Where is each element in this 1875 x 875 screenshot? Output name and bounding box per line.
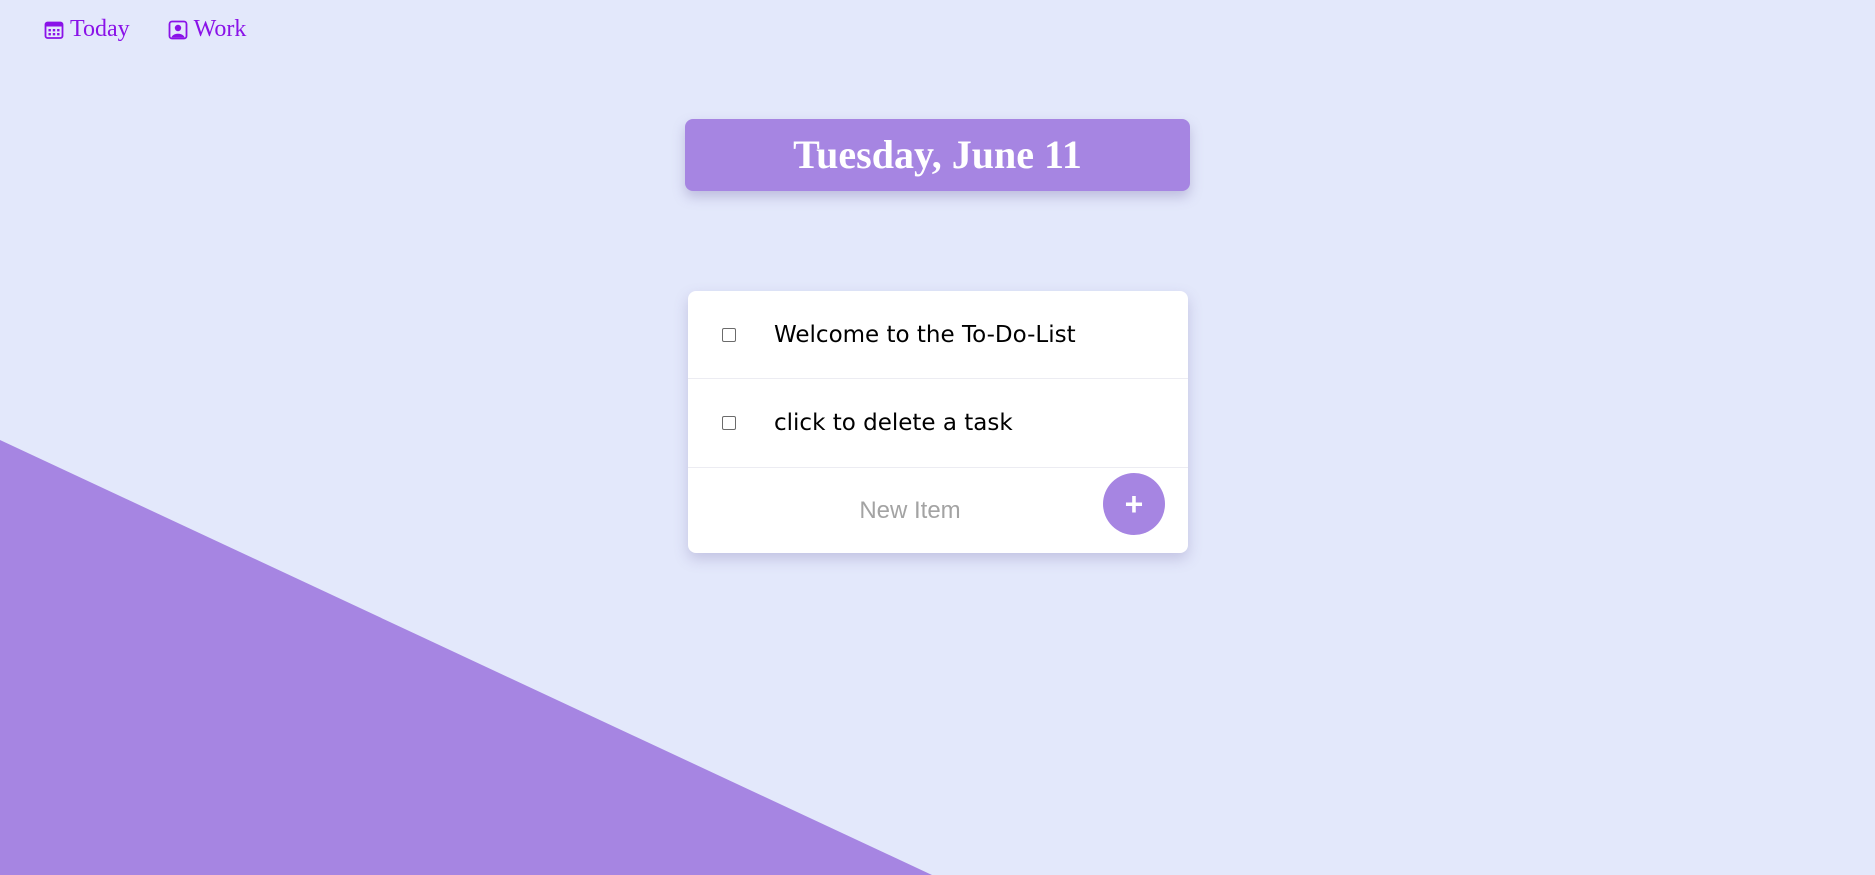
briefcase-user-icon xyxy=(168,20,188,40)
date-header: Tuesday, June 11 xyxy=(685,119,1190,191)
item-checkbox[interactable] xyxy=(722,416,736,430)
item-text: Welcome to the To-Do-List xyxy=(774,321,1076,348)
item-text: click to delete a task xyxy=(774,410,1013,436)
todo-card: Welcome to the To-Do-List click to delet… xyxy=(688,291,1188,553)
top-nav: Today Work xyxy=(44,16,246,43)
calendar-icon xyxy=(44,20,64,40)
page-title: Tuesday, June 11 xyxy=(793,132,1082,177)
new-item-row: + xyxy=(688,468,1188,553)
list-item: click to delete a task xyxy=(688,379,1188,468)
nav-link-work-label: Work xyxy=(193,16,247,42)
new-item-input[interactable] xyxy=(778,490,1042,532)
add-item-button[interactable]: + xyxy=(1103,473,1165,535)
list-item: Welcome to the To-Do-List xyxy=(688,291,1188,379)
nav-link-today-label: Today xyxy=(70,16,130,42)
item-checkbox[interactable] xyxy=(722,327,736,342)
nav-link-today[interactable]: Today xyxy=(44,16,130,43)
nav-link-work[interactable]: Work xyxy=(168,16,247,43)
